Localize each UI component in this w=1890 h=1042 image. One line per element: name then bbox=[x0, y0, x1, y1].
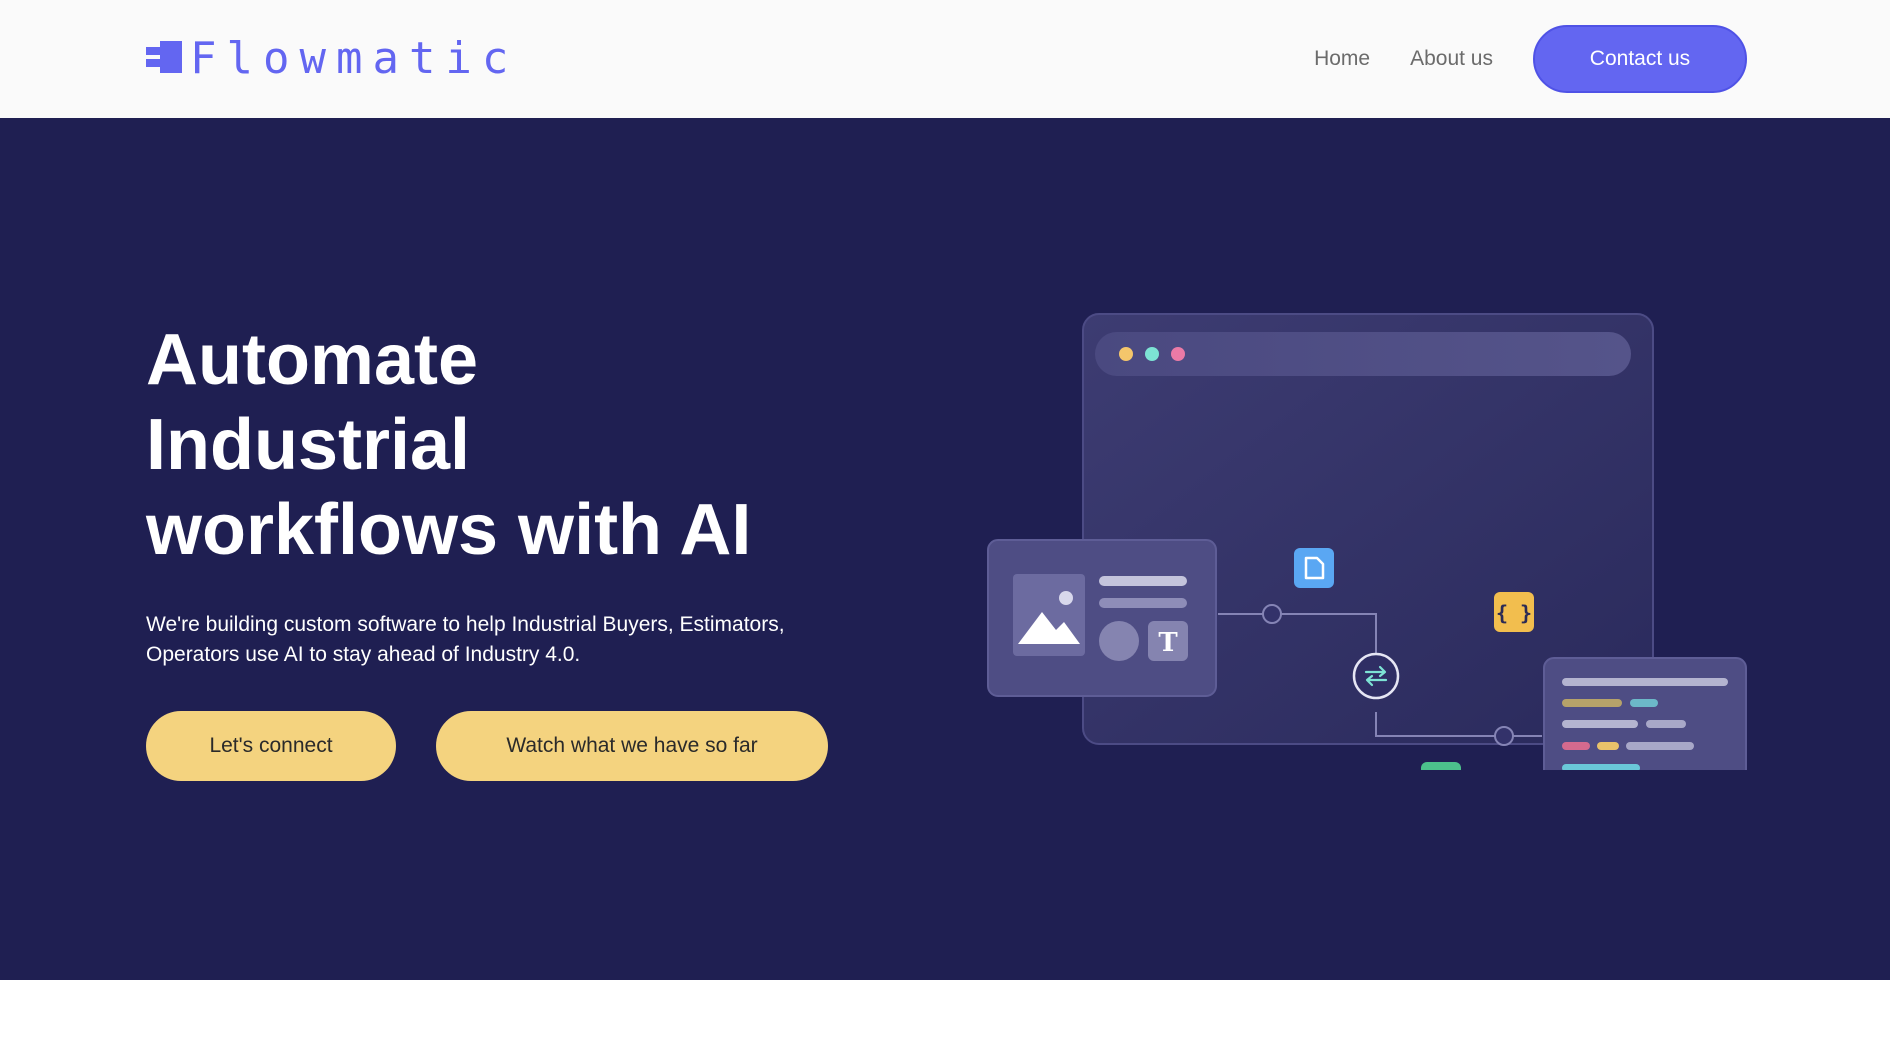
curly-braces-icon: { } bbox=[1494, 592, 1534, 632]
logo-text: Flowmatic bbox=[190, 33, 519, 84]
hero-section: Automate Industrial workflows with AI We… bbox=[0, 118, 1890, 980]
svg-text:{ }: { } bbox=[1496, 601, 1532, 625]
angle-brackets-icon bbox=[1421, 762, 1461, 770]
watch-demo-button[interactable]: Watch what we have so far bbox=[436, 711, 828, 781]
nav-about-link[interactable]: About us bbox=[1410, 47, 1493, 71]
page-below-fold bbox=[0, 980, 1890, 1042]
nav-home-link[interactable]: Home bbox=[1314, 47, 1370, 71]
code-card bbox=[1543, 657, 1747, 770]
workflow-illustration: T { } bbox=[987, 313, 1747, 770]
hero-title-line: Automate bbox=[146, 320, 479, 400]
image-icon bbox=[1013, 574, 1085, 656]
flowmatic-logo-icon bbox=[146, 41, 182, 73]
contact-us-button[interactable]: Contact us bbox=[1533, 25, 1747, 93]
sync-icon bbox=[1352, 652, 1400, 700]
window-dot-pink bbox=[1171, 347, 1185, 361]
logo-link[interactable]: Flowmatic bbox=[146, 36, 518, 82]
site-header: Flowmatic Home About us Contact us bbox=[0, 0, 1890, 118]
hero-title-line: Industrial bbox=[146, 405, 471, 485]
lets-connect-button[interactable]: Let's connect bbox=[146, 711, 396, 781]
text-format-icon: T bbox=[1148, 621, 1188, 661]
hero-subtitle-line: Operators use AI to stay ahead of Indust… bbox=[146, 643, 581, 666]
window-dot-yellow bbox=[1119, 347, 1133, 361]
hero-subtitle-line: We're building custom software to help I… bbox=[146, 613, 785, 636]
svg-text:T: T bbox=[1158, 628, 1178, 658]
window-dot-teal bbox=[1145, 347, 1159, 361]
hero-title: Automate Industrial workflows with AI bbox=[146, 318, 866, 573]
hero-subtitle: We're building custom software to help I… bbox=[146, 610, 866, 670]
main-nav: Home About us Contact us bbox=[1314, 25, 1747, 93]
hero-title-line: workflows with AI bbox=[146, 490, 752, 570]
document-icon bbox=[1294, 548, 1334, 588]
media-card: T bbox=[987, 539, 1217, 697]
